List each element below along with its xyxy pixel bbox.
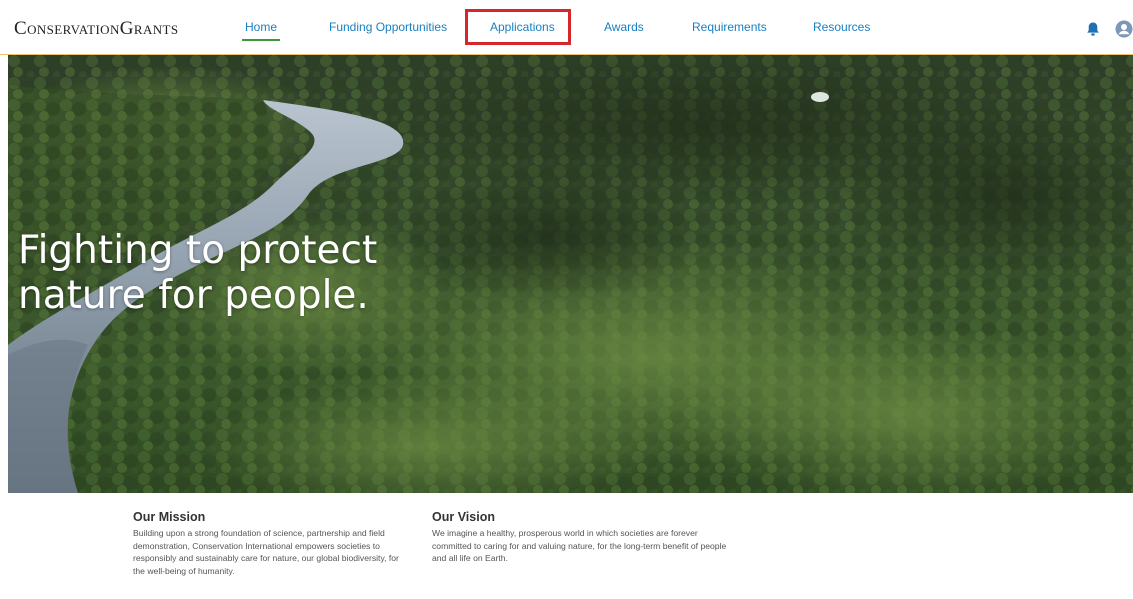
user-avatar-icon[interactable] xyxy=(1115,20,1133,38)
hero-banner: Fighting to protect nature for people. xyxy=(8,55,1133,493)
hero-title: Fighting to protect nature for people. xyxy=(18,228,377,318)
nav-home[interactable]: Home xyxy=(241,20,281,41)
mission-section: Our Mission Building upon a strong found… xyxy=(133,510,413,577)
mission-heading: Our Mission xyxy=(133,510,206,524)
nav-funding-opportunities[interactable]: Funding Opportunities xyxy=(329,20,447,34)
page: ConservationGrants Home Funding Opportun… xyxy=(0,0,1133,599)
vision-section: Our Vision We imagine a healthy, prosper… xyxy=(432,510,732,565)
hero-title-line-2: nature for people. xyxy=(18,273,369,318)
nav-resources[interactable]: Resources xyxy=(813,20,870,34)
nav-requirements[interactable]: Requirements xyxy=(692,20,767,34)
nav-applications[interactable]: Applications xyxy=(490,20,555,34)
hero-title-line-1: Fighting to protect xyxy=(18,228,378,273)
mission-text: Building upon a strong foundation of sci… xyxy=(133,528,399,576)
bell-icon[interactable] xyxy=(1084,20,1102,38)
vision-heading: Our Vision xyxy=(432,510,495,524)
brand-logo[interactable]: ConservationGrants xyxy=(14,18,179,40)
vision-text: We imagine a healthy, prosperous world i… xyxy=(432,528,727,564)
top-navigation-bar: ConservationGrants Home Funding Opportun… xyxy=(0,0,1133,55)
nav-awards[interactable]: Awards xyxy=(604,20,644,34)
